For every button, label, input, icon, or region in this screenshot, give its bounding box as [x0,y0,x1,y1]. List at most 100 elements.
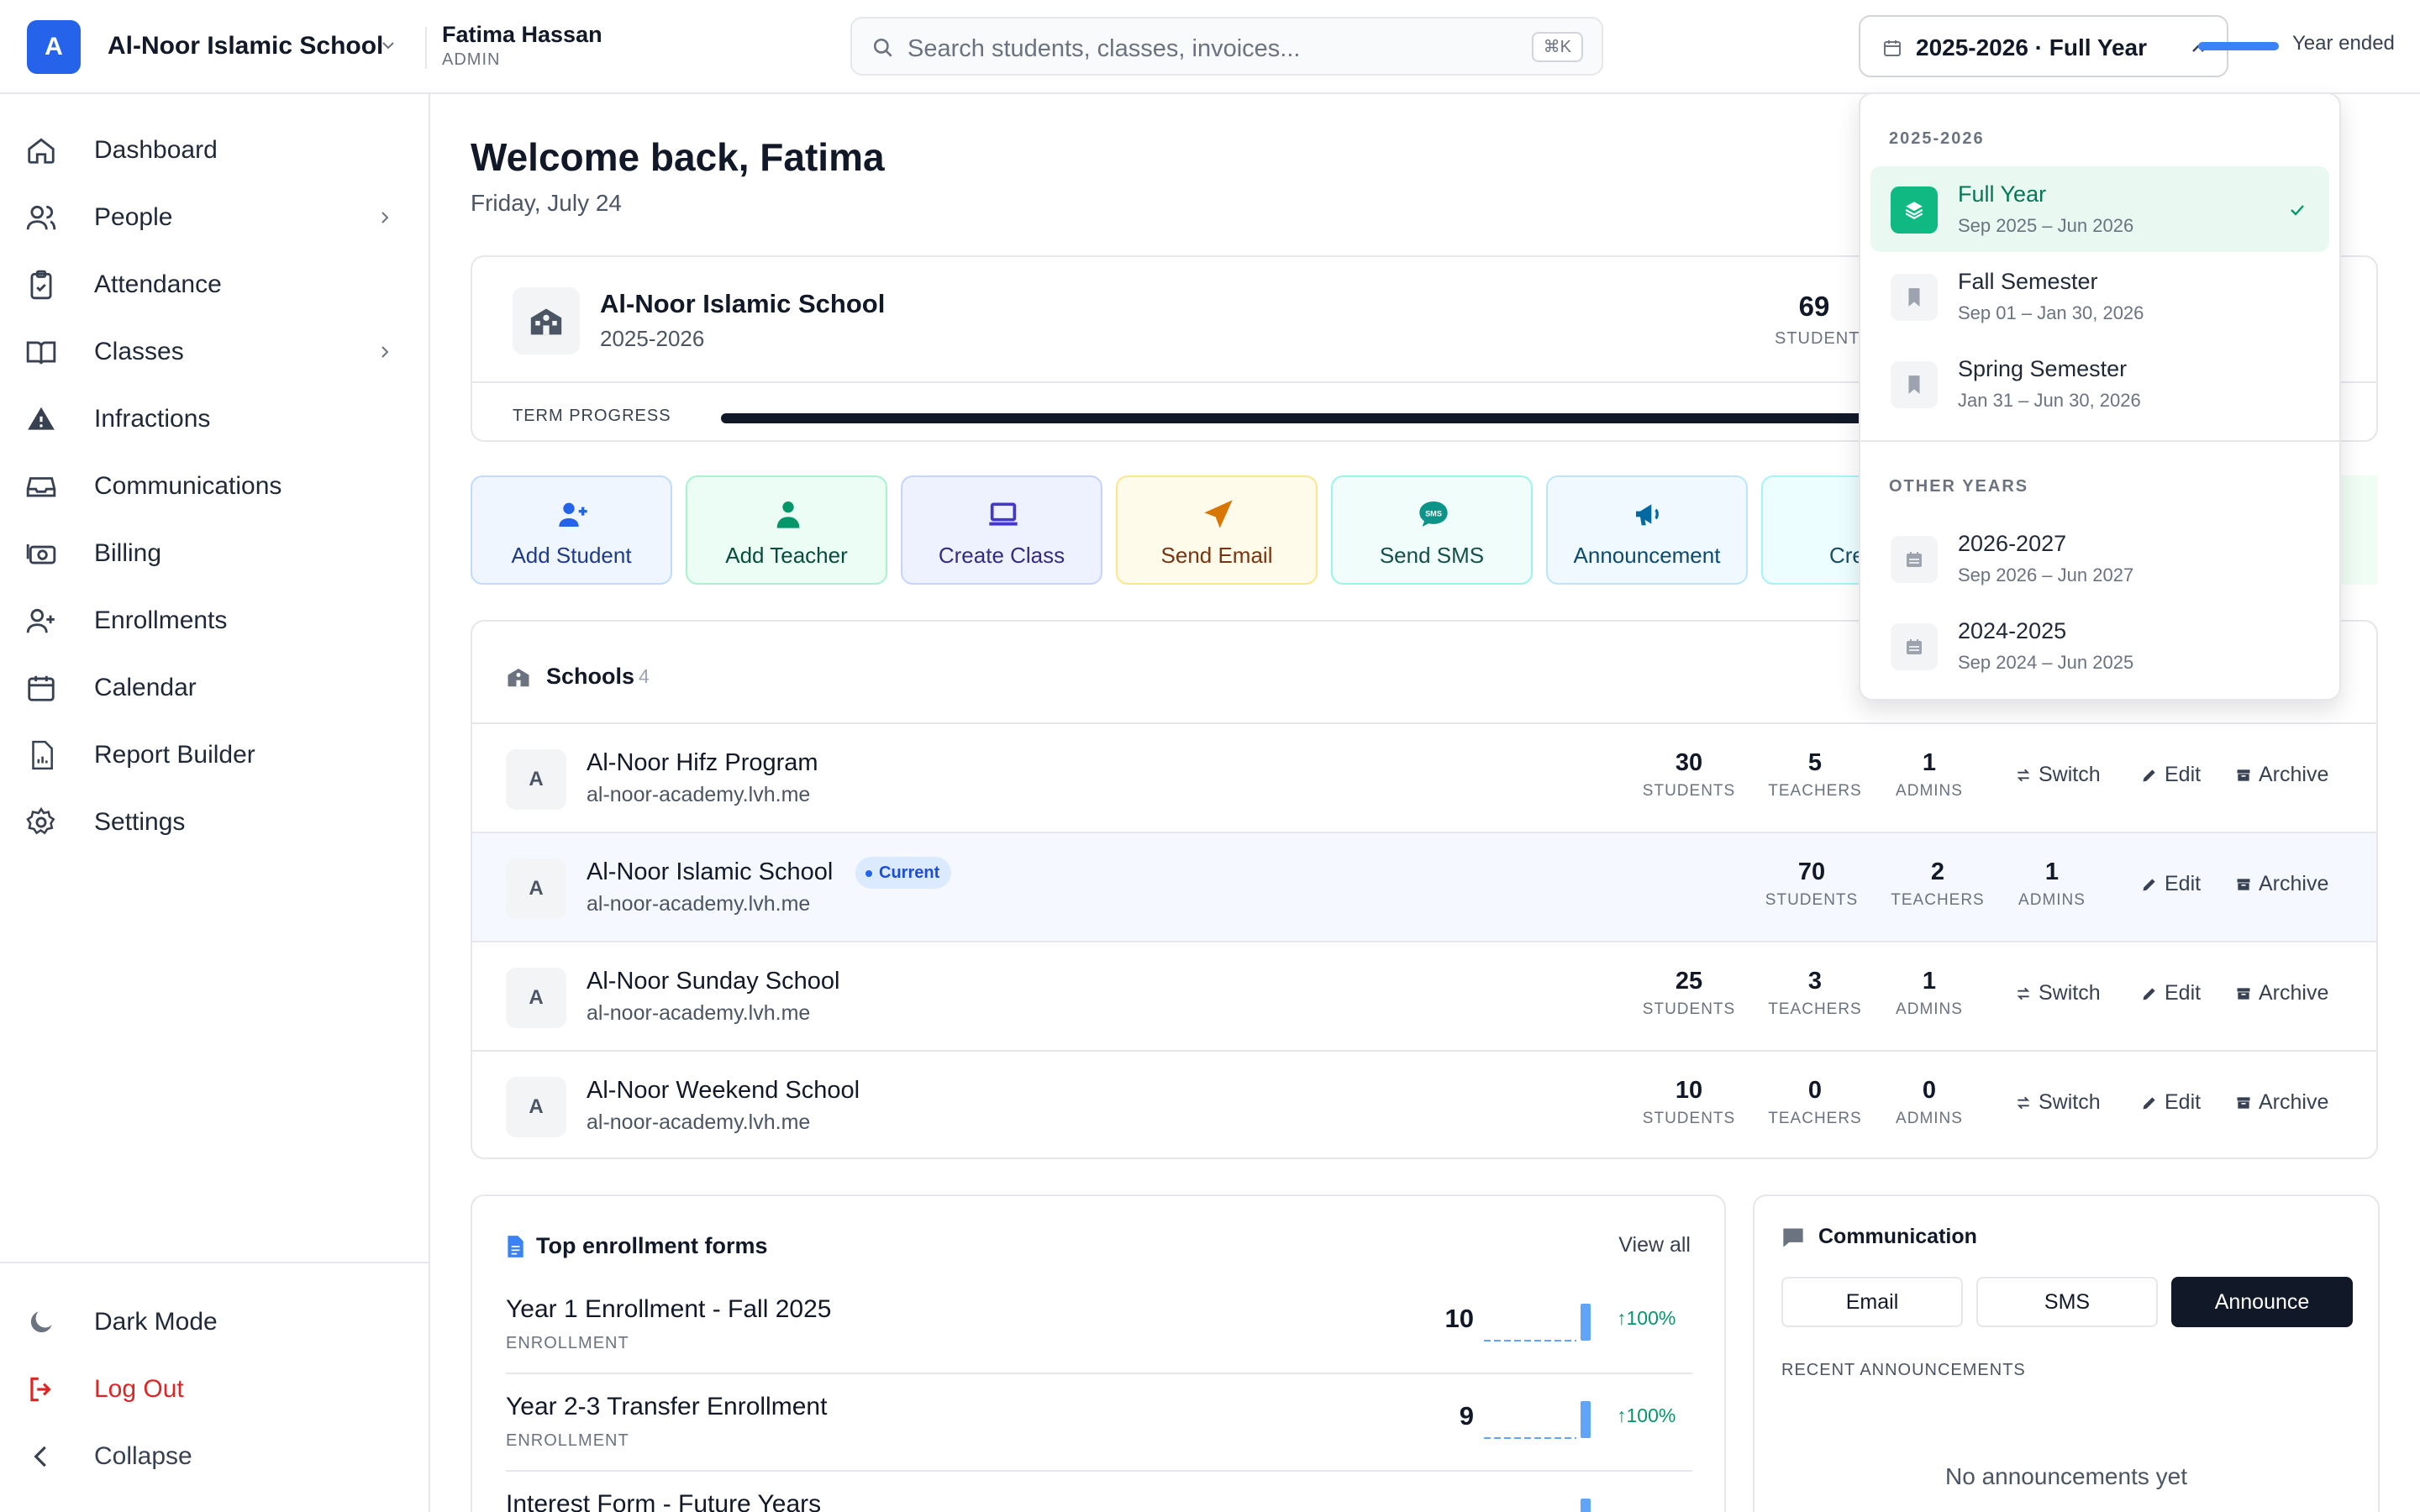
year-selector-button[interactable]: 2025-2026 · Full Year [1859,15,2228,77]
sidebar-item-label: Calendar [94,674,197,701]
search-icon [873,38,892,57]
view-all-link[interactable]: View all [1618,1233,1691,1257]
form-row[interactable]: Interest Form - Future Years [506,1487,1692,1512]
option-range: Sep 2024 – Jun 2025 [1958,652,2134,673]
dark-mode-toggle[interactable]: Dark Mode [25,1297,395,1347]
sidebar-item-infractions[interactable]: Infractions [25,394,395,444]
bookmark-icon [1891,274,1938,321]
tab-announce[interactable]: Announce [2171,1277,2353,1327]
archive-label: Archive [2259,1090,2329,1114]
avatar: A [506,858,566,919]
sidebar-item-calendar[interactable]: Calendar [25,663,395,713]
avatar: A [506,968,566,1028]
term-progress-label: TERM PROGRESS [513,407,671,425]
school-switcher[interactable]: Al-Noor Islamic School [108,32,383,60]
school-row[interactable]: A Al-Noor Hifz Program al-noor-academy.l… [472,722,2376,832]
year-option-fall-semester[interactable]: Fall Semester Sep 01 – Jan 30, 2026 [1870,254,2329,339]
sidebar-item-settings[interactable]: Settings [25,797,395,848]
action-label: Add Student [511,543,632,568]
tab-email[interactable]: Email [1781,1277,1963,1327]
year-option-full-year[interactable]: Full Year Sep 2025 – Jun 2026 [1870,166,2329,252]
school-logo[interactable]: A [27,20,81,74]
sidebar-item-attendance[interactable]: Attendance [25,260,395,310]
sidebar-item-enrollments[interactable]: Enrollments [25,596,395,646]
logout-label: Log Out [94,1375,184,1403]
stat-teachers: 0 TEACHERS [1765,1077,1865,1128]
pencil-icon [2143,987,2155,1000]
edit-button[interactable]: Edit [2141,1090,2201,1115]
archive-button[interactable]: Archive [2235,981,2328,1005]
students-count-label: STUDENTS [1775,329,1872,348]
school-row-domain: al-noor-academy.lvh.me [587,1001,811,1025]
current-badge: Current [855,857,952,889]
gear-icon [26,806,55,835]
sidebar-item-communications[interactable]: Communications [25,461,395,512]
archive-button[interactable]: Archive [2235,872,2328,896]
stat-students: 25 STUDENTS [1639,968,1739,1019]
sidebar-item-classes[interactable]: Classes [25,327,395,377]
logout-button[interactable]: Log Out [25,1364,395,1415]
form-type: ENROLLMENT [506,1431,629,1450]
stat-value: 2 [1930,858,1945,885]
switch-button[interactable]: Switch [2015,1090,2101,1115]
edit-button[interactable]: Edit [2141,763,2201,787]
action-label: Add Teacher [725,543,848,568]
form-row[interactable]: Year 1 Enrollment - Fall 2025 ENROLLMENT… [506,1292,1692,1389]
search-input[interactable]: Search students, classes, invoices... ⌘K [850,17,1603,76]
option-range: Sep 2025 – Jun 2026 [1958,215,2134,236]
year-option-spring-semester[interactable]: Spring Semester Jan 31 – Jun 30, 2026 [1870,341,2329,427]
form-row[interactable]: Year 2-3 Transfer Enrollment ENROLLMENT … [506,1389,1692,1487]
year-option-2026-2027[interactable]: 2026-2027 Sep 2026 – Jun 2027 [1870,516,2329,601]
students-count: 69 [1798,291,1830,322]
create-class-button[interactable]: Create Class [901,475,1102,585]
archive-button[interactable]: Archive [2235,763,2328,787]
edit-button[interactable]: Edit [2141,981,2201,1005]
collapse-button[interactable]: Collapse [25,1431,395,1482]
action-label: Send SMS [1379,543,1485,568]
switch-button[interactable]: Switch [2015,981,2101,1005]
school-row-name: Al-Noor Sunday School [587,968,840,995]
stat-students: 30 STUDENTS [1639,749,1739,801]
edit-button[interactable]: Edit [2141,872,2201,896]
announcement-button[interactable]: Announcement [1546,475,1748,585]
chevron-down-icon[interactable] [378,35,398,55]
school-row[interactable]: A Al-Noor Weekend School al-noor-academy… [472,1050,2376,1158]
sidebar: Dashboard People Attendance Classes Infr… [0,94,430,1512]
add-student-button[interactable]: Add Student [471,475,672,585]
stat-teachers: 3 TEACHERS [1765,968,1865,1019]
send-sms-button[interactable]: SMS Send SMS [1331,475,1533,585]
divider [506,1373,1692,1374]
dropdown-group-label: OTHER YEARS [1889,477,2029,496]
recent-announcements-label: RECENT ANNOUNCEMENTS [1781,1361,2026,1379]
send-email-button[interactable]: Send Email [1116,475,1318,585]
sparkline [1484,1304,1591,1341]
users-icon [26,205,56,230]
sidebar-item-label: Enrollments [94,606,228,634]
sidebar-item-report-builder[interactable]: Report Builder [25,730,395,780]
school-row[interactable]: A Al-Noor Sunday School al-noor-academy.… [472,941,2376,1050]
year-option-2024-2025[interactable]: 2024-2025 Sep 2024 – Jun 2025 [1870,603,2329,689]
archive-button[interactable]: Archive [2235,1090,2328,1115]
badge-dot [865,869,872,877]
book-icon [26,341,56,365]
divider [1860,440,2339,442]
add-teacher-button[interactable]: Add Teacher [686,475,887,585]
sidebar-item-people[interactable]: People [25,192,395,243]
option-range: Sep 2026 – Jun 2027 [1958,564,2134,585]
stat-admins: 1 ADMINS [1879,968,1980,1019]
tab-sms[interactable]: SMS [1976,1277,2158,1327]
chevron-right-icon [381,346,389,358]
search-shortcut: ⌘K [1531,32,1583,62]
chat-icon [1783,1228,1803,1247]
switch-button[interactable]: Switch [2015,763,2101,787]
edit-label: Edit [2165,1090,2202,1114]
edit-label: Edit [2165,981,2202,1005]
year-selector-label: 2025-2026 · Full Year [1916,34,2147,60]
document-icon [508,1236,523,1257]
school-row-current[interactable]: A Al-Noor Islamic School Current al-noor… [472,832,2376,941]
page-date: Friday, July 24 [471,190,622,216]
sidebar-item-dashboard[interactable]: Dashboard [25,125,395,176]
sidebar-item-billing[interactable]: Billing [25,528,395,579]
stat-admins: 1 ADMINS [2002,858,2102,910]
switch-icon [2017,987,2030,1000]
